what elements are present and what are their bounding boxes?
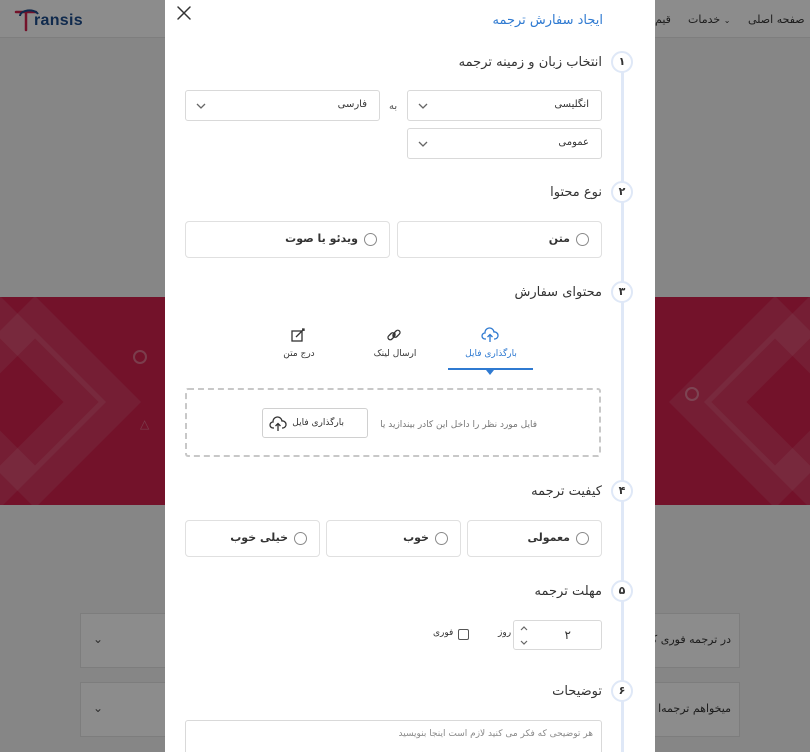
link-icon <box>387 329 401 341</box>
step-number: ۴ <box>611 480 633 502</box>
quality-very-good-option[interactable]: خیلی خوب <box>185 520 320 557</box>
chevron-up-icon[interactable] <box>517 622 531 635</box>
select-value: فارسی <box>337 99 367 110</box>
steps-timeline <box>621 60 624 752</box>
option-label: متن <box>548 232 570 245</box>
step-number: ۶ <box>611 680 633 702</box>
tab-label: درج متن <box>283 349 315 359</box>
step-title: مهلت ترجمه <box>534 584 602 599</box>
close-icon <box>177 6 191 20</box>
option-label: خوب <box>403 531 429 544</box>
step-title: انتخاب زبان و زمینه ترجمه <box>458 55 602 70</box>
chevron-down-icon[interactable] <box>517 636 531 649</box>
order-modal: ایجاد سفارش ترجمه ۱ انتخاب زبان و زمینه … <box>165 0 655 752</box>
chevron-down-icon <box>418 103 428 109</box>
step-title: محتوای سفارش <box>514 285 603 300</box>
step-number: ۲ <box>611 181 633 203</box>
active-tab-caret <box>486 370 494 375</box>
tab-insert-text[interactable]: درج متن <box>257 324 341 370</box>
cloud-upload-icon <box>481 327 499 342</box>
deadline-days-stepper[interactable]: ۲ <box>513 620 602 650</box>
quality-good-option[interactable]: خوب <box>326 520 461 557</box>
source-language-select[interactable]: انگلیسی <box>407 90 602 121</box>
radio-button[interactable] <box>435 532 448 545</box>
notes-textarea[interactable]: هر توضیحی که فکر می کنید لازم است اینجا … <box>185 720 602 752</box>
dropzone-text: فایل مورد نظر را داخل این کادر بیندازید … <box>380 420 537 430</box>
step-title: توضیحات <box>552 684 602 699</box>
urgent-label: فوری <box>433 628 454 638</box>
close-button[interactable] <box>175 4 193 22</box>
option-label: ویدئو یا صوت <box>285 232 358 245</box>
content-type-video-option[interactable]: ویدئو یا صوت <box>185 221 390 258</box>
option-label: معمولی <box>527 531 570 544</box>
days-value: ۲ <box>564 628 571 642</box>
days-unit-label: روز <box>498 628 512 638</box>
tab-send-link[interactable]: ارسال لینک <box>353 324 437 370</box>
tab-label: ارسال لینک <box>373 349 417 359</box>
select-value: عمومی <box>558 137 589 148</box>
radio-button[interactable] <box>576 532 589 545</box>
radio-button[interactable] <box>364 233 377 246</box>
upload-button-label: بارگذاری فایل <box>292 418 344 428</box>
chevron-down-icon <box>196 103 206 109</box>
radio-button[interactable] <box>576 233 589 246</box>
content-type-text-option[interactable]: متن <box>397 221 602 258</box>
option-label: خیلی خوب <box>230 531 288 544</box>
field-select[interactable]: عمومی <box>407 128 602 159</box>
radio-button[interactable] <box>294 532 307 545</box>
select-value: انگلیسی <box>554 99 589 110</box>
step-title: نوع محتوا <box>550 185 602 200</box>
step-number: ۱ <box>611 51 633 73</box>
tab-upload-file[interactable]: بارگذاری فایل <box>449 324 533 370</box>
urgent-checkbox[interactable] <box>458 629 469 640</box>
chevron-down-icon <box>418 141 428 147</box>
upload-file-button[interactable]: بارگذاری فایل <box>262 408 368 438</box>
step-number: ۵ <box>611 580 633 602</box>
step-title: کیفیت ترجمه <box>531 484 602 499</box>
quality-normal-option[interactable]: معمولی <box>467 520 602 557</box>
edit-icon <box>291 328 305 342</box>
to-label: به <box>389 101 398 112</box>
cloud-upload-icon <box>269 416 287 431</box>
notes-placeholder: هر توضیحی که فکر می کنید لازم است اینجا … <box>398 729 593 739</box>
target-language-select[interactable]: فارسی <box>185 90 380 121</box>
modal-title: ایجاد سفارش ترجمه <box>492 13 603 28</box>
file-dropzone[interactable]: فایل مورد نظر را داخل این کادر بیندازید … <box>185 388 601 457</box>
step-number: ۳ <box>611 281 633 303</box>
tab-label: بارگذاری فایل <box>465 349 517 359</box>
